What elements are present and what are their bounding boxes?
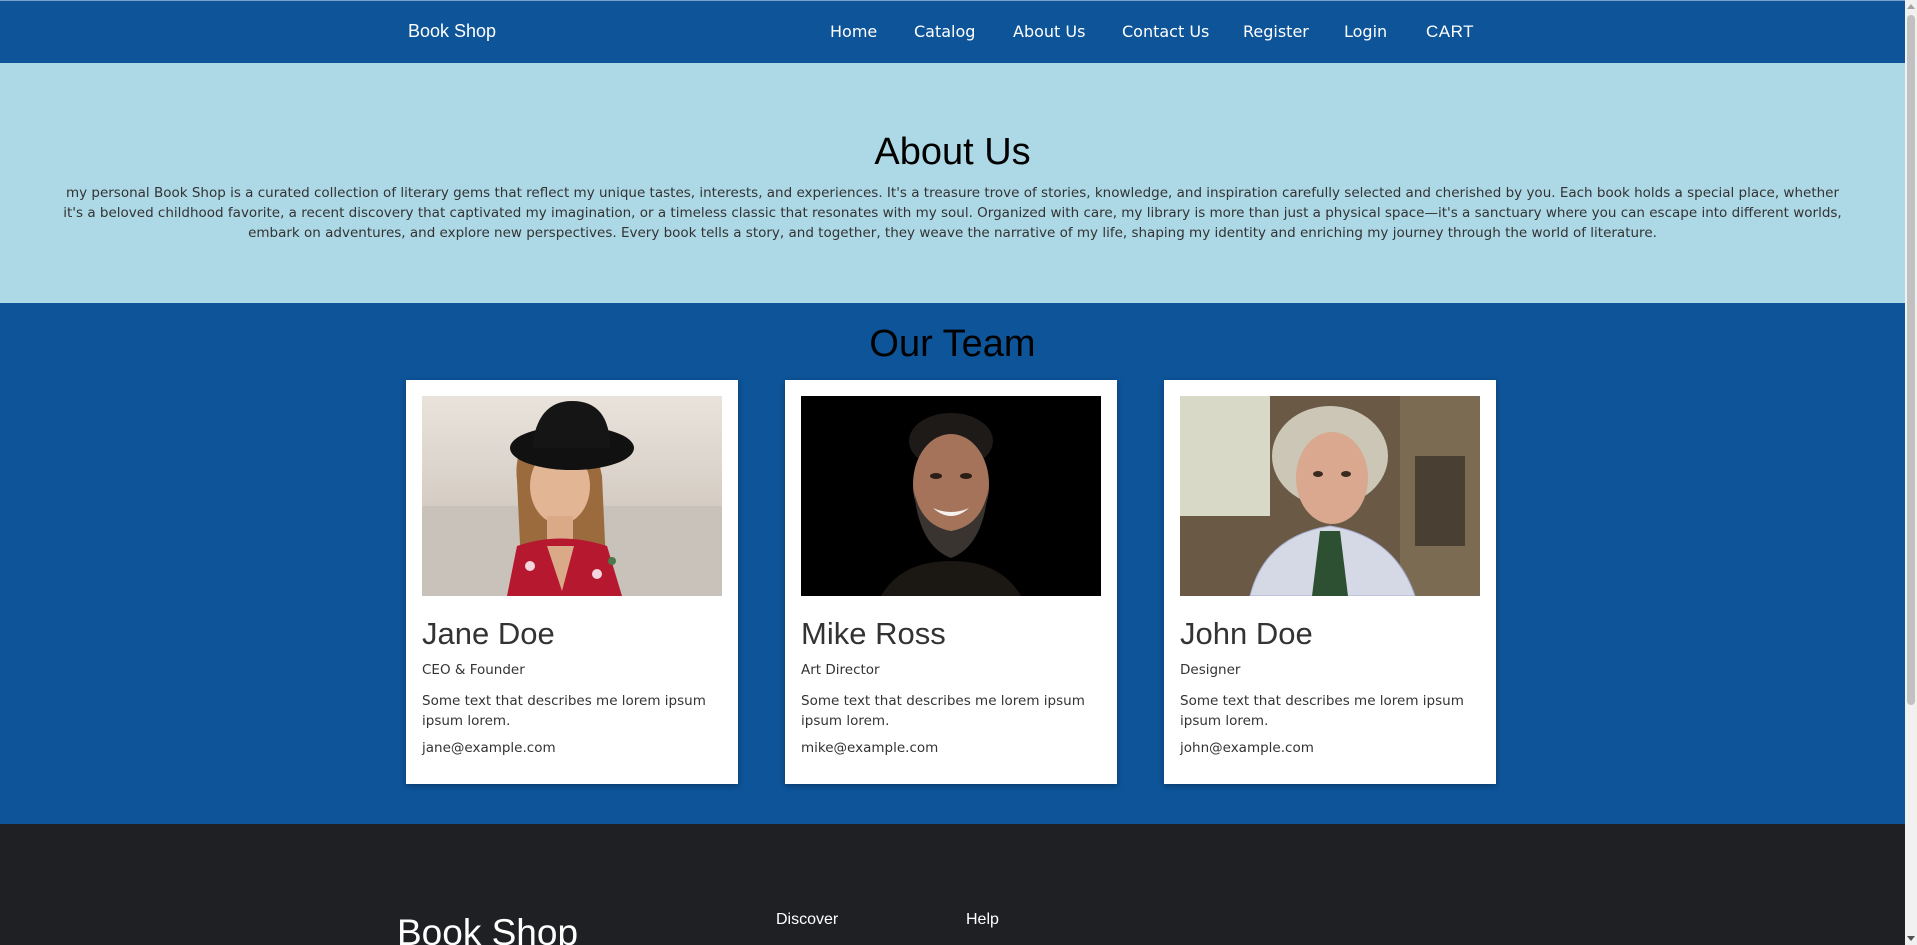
footer: Book Shop Discover Help bbox=[0, 824, 1905, 945]
team-card: Mike Ross Art Director Some text that de… bbox=[785, 380, 1117, 784]
team-photo-mike bbox=[801, 396, 1101, 596]
nav-register-link[interactable]: Register bbox=[1243, 22, 1309, 41]
team-member-email[interactable]: john@example.com bbox=[1180, 740, 1314, 756]
team-card: John Doe Designer Some text that describ… bbox=[1164, 380, 1496, 784]
team-member-description: Some text that describes me lorem ipsum … bbox=[1180, 693, 1464, 729]
team-member-name: John Doe bbox=[1180, 616, 1313, 651]
main-nav: Home Catalog About Us Contact Us Registe… bbox=[0, 22, 1905, 44]
about-title: About Us bbox=[874, 131, 1031, 173]
team-member-description: Some text that describes me lorem ipsum … bbox=[801, 693, 1085, 729]
team-member-role: Designer bbox=[1180, 662, 1241, 678]
about-section: About Us my personal Book Shop is a cura… bbox=[0, 63, 1905, 303]
vertical-scrollbar[interactable] bbox=[1905, 0, 1917, 945]
team-photo-john bbox=[1180, 396, 1480, 596]
team-member-description: Some text that describes me lorem ipsum … bbox=[422, 693, 706, 729]
nav-cart-link[interactable]: CART bbox=[1426, 22, 1474, 42]
nav-contact-link[interactable]: Contact Us bbox=[1122, 22, 1209, 41]
footer-heading-help: Help bbox=[966, 911, 999, 928]
team-section: Our Team Jane Doe CEO & Founder Some tex… bbox=[0, 303, 1905, 824]
footer-heading-discover: Discover bbox=[776, 911, 839, 928]
team-card: Jane Doe CEO & Founder Some text that de… bbox=[406, 380, 738, 784]
team-title: Our Team bbox=[869, 323, 1036, 365]
page: Book Shop Home Catalog About Us Contact … bbox=[0, 0, 1905, 945]
team-member-name: Jane Doe bbox=[422, 616, 555, 651]
scroll-down-arrow-icon[interactable] bbox=[1907, 936, 1915, 941]
team-member-role: CEO & Founder bbox=[422, 662, 525, 678]
nav-catalog-link[interactable]: Catalog bbox=[914, 22, 975, 41]
scroll-up-arrow-icon[interactable] bbox=[1907, 4, 1915, 9]
team-photo-jane bbox=[422, 396, 722, 596]
nav-login-link[interactable]: Login bbox=[1344, 22, 1387, 41]
scrollbar-thumb[interactable] bbox=[1907, 15, 1915, 705]
nav-home-link[interactable]: Home bbox=[830, 22, 877, 41]
team-member-name: Mike Ross bbox=[801, 616, 946, 651]
navbar: Book Shop Home Catalog About Us Contact … bbox=[0, 0, 1905, 63]
about-text: my personal Book Shop is a curated colle… bbox=[63, 185, 1842, 241]
nav-about-link[interactable]: About Us bbox=[1013, 22, 1085, 41]
team-member-email[interactable]: jane@example.com bbox=[422, 740, 556, 756]
team-member-email[interactable]: mike@example.com bbox=[801, 740, 938, 756]
team-member-role: Art Director bbox=[801, 662, 880, 678]
footer-brand: Book Shop bbox=[397, 912, 579, 945]
